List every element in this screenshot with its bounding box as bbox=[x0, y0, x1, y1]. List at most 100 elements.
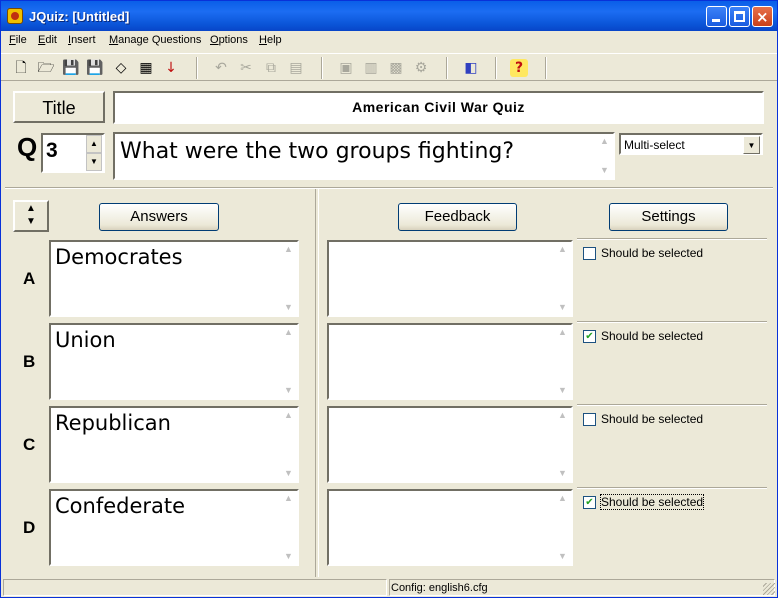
scroll-up-icon[interactable]: ▲ bbox=[556, 409, 569, 422]
scroll-down-icon[interactable]: ▼ bbox=[556, 550, 569, 563]
should-be-selected-label[interactable]: Should be selected bbox=[601, 329, 703, 343]
scroll-up-icon[interactable]: ▲ bbox=[282, 326, 295, 339]
maximize-button[interactable] bbox=[729, 6, 750, 27]
grid-icon[interactable]: ▩ bbox=[386, 58, 406, 78]
copy-icon[interactable]: ⧉ bbox=[261, 58, 281, 78]
feedback-scrollbar[interactable]: ▲ ▼ bbox=[554, 242, 571, 315]
scroll-down-icon[interactable]: ▼ bbox=[282, 301, 295, 314]
question-number[interactable]: 3 bbox=[46, 139, 58, 163]
minimize-button[interactable] bbox=[706, 6, 727, 27]
answer-scrollbar[interactable]: ▲ ▼ bbox=[280, 242, 297, 315]
spin-down-icon[interactable]: ▼ bbox=[86, 153, 102, 171]
menu-bar: File Edit Insert Manage Questions Option… bbox=[1, 31, 777, 51]
chevron-down-icon[interactable]: ▼ bbox=[743, 136, 760, 154]
config-icon[interactable]: ◧ bbox=[461, 58, 481, 78]
scroll-down-icon[interactable]: ▼ bbox=[556, 301, 569, 314]
answer-field-c[interactable]: Republican ▲ ▼ bbox=[49, 406, 299, 483]
scroll-down-icon[interactable]: ▼ bbox=[556, 384, 569, 397]
open-folder-icon[interactable]: 🗁 bbox=[36, 58, 56, 78]
answer-field-d[interactable]: Confederate ▲ ▼ bbox=[49, 489, 299, 566]
scroll-down-icon[interactable]: ▼ bbox=[598, 164, 611, 177]
settings-cell-b: ✔ Should be selected bbox=[577, 322, 767, 402]
answers-header-button[interactable]: Answers bbox=[99, 203, 219, 231]
should-be-selected-checkbox-d[interactable]: ✔ bbox=[583, 496, 596, 509]
settings-cell-d: ✔ Should be selected bbox=[577, 488, 767, 568]
save-icon[interactable]: 💾 bbox=[61, 58, 81, 78]
should-be-selected-checkbox-b[interactable]: ✔ bbox=[583, 330, 596, 343]
answer-text-a[interactable]: Democrates bbox=[55, 245, 183, 269]
scroll-up-icon[interactable]: ▲ bbox=[282, 492, 295, 505]
settings-header-button[interactable]: Settings bbox=[609, 203, 728, 231]
toolbar-separator bbox=[196, 57, 198, 79]
question-scrollbar[interactable]: ▲ ▼ bbox=[596, 134, 613, 178]
title-bar[interactable]: JQuiz: [Untitled] × bbox=[1, 1, 777, 31]
feedback-field-a[interactable]: ▲ ▼ bbox=[327, 240, 573, 317]
stack-icon[interactable]: ▥ bbox=[361, 58, 381, 78]
answer-scrollbar[interactable]: ▲ ▼ bbox=[280, 491, 297, 564]
cut-icon[interactable]: ✂ bbox=[236, 58, 256, 78]
scroll-up-icon[interactable]: ▲ bbox=[282, 409, 295, 422]
answer-field-a[interactable]: Democrates ▲ ▼ bbox=[49, 240, 299, 317]
question-text-field[interactable]: What were the two groups fighting? ▲ ▼ bbox=[113, 132, 615, 180]
feedback-scrollbar[interactable]: ▲ ▼ bbox=[554, 408, 571, 481]
reorder-answers-button[interactable]: ▲ ▼ bbox=[13, 200, 49, 232]
feedback-scrollbar[interactable]: ▲ ▼ bbox=[554, 325, 571, 398]
scroll-up-icon[interactable]: ▲ bbox=[556, 243, 569, 256]
scroll-down-icon[interactable]: ▼ bbox=[556, 467, 569, 480]
spin-up-icon[interactable]: ▲ bbox=[86, 135, 102, 153]
answer-letter-d: D bbox=[23, 518, 36, 537]
menu-help[interactable]: Help bbox=[259, 34, 282, 46]
quiz-title-field[interactable]: American Civil War Quiz bbox=[113, 91, 764, 124]
jquiz-app-icon[interactable] bbox=[7, 8, 23, 24]
feedback-field-d[interactable]: ▲ ▼ bbox=[327, 489, 573, 566]
should-be-selected-checkbox-a[interactable] bbox=[583, 247, 596, 260]
question-number-stepper[interactable]: 3 ▲ ▼ bbox=[41, 133, 105, 173]
help-icon[interactable]: ? bbox=[510, 59, 528, 77]
feedback-field-c[interactable]: ▲ ▼ bbox=[327, 406, 573, 483]
should-be-selected-label[interactable]: Should be selected bbox=[601, 246, 703, 260]
new-file-icon[interactable]: 🗋 bbox=[11, 58, 31, 78]
title-button[interactable]: Title bbox=[13, 91, 105, 123]
scroll-up-icon[interactable]: ▲ bbox=[556, 492, 569, 505]
scroll-up-icon[interactable]: ▲ bbox=[282, 243, 295, 256]
scroll-down-icon[interactable]: ▼ bbox=[282, 384, 295, 397]
close-button[interactable]: × bbox=[752, 6, 773, 27]
resize-grip-icon[interactable] bbox=[763, 583, 775, 595]
scroll-down-icon[interactable]: ▼ bbox=[282, 467, 295, 480]
menu-insert[interactable]: Insert bbox=[68, 34, 96, 46]
should-be-selected-label[interactable]: Should be selected bbox=[599, 494, 705, 510]
status-bar: Config: english6.cfg bbox=[1, 578, 777, 597]
menu-options[interactable]: Options bbox=[210, 34, 248, 46]
feedback-scrollbar[interactable]: ▲ ▼ bbox=[554, 491, 571, 564]
vertical-divider[interactable] bbox=[315, 189, 319, 577]
answer-scrollbar[interactable]: ▲ ▼ bbox=[280, 408, 297, 481]
should-be-selected-checkbox-c[interactable] bbox=[583, 413, 596, 426]
feedback-header-button[interactable]: Feedback bbox=[398, 203, 517, 231]
menu-file[interactable]: File bbox=[9, 34, 27, 46]
window-title: JQuiz: [Untitled] bbox=[29, 9, 130, 24]
undo-icon[interactable]: ↶ bbox=[211, 58, 231, 78]
answer-text-c[interactable]: Republican bbox=[55, 411, 171, 435]
scroll-down-icon[interactable]: ▼ bbox=[282, 550, 295, 563]
should-be-selected-label[interactable]: Should be selected bbox=[601, 412, 703, 426]
menu-edit[interactable]: Edit bbox=[38, 34, 57, 46]
export-arrow-icon[interactable]: ↓ bbox=[161, 58, 181, 78]
menu-manage-questions[interactable]: Manage Questions bbox=[109, 34, 201, 46]
answer-text-d[interactable]: Confederate bbox=[55, 494, 185, 518]
paste-icon[interactable]: ▤ bbox=[286, 58, 306, 78]
question-type-select[interactable]: Multi-select ▼ bbox=[619, 133, 763, 155]
answer-text-b[interactable]: Union bbox=[55, 328, 116, 352]
question-text[interactable]: What were the two groups fighting? bbox=[120, 139, 514, 164]
answer-scrollbar[interactable]: ▲ ▼ bbox=[280, 325, 297, 398]
feedback-field-b[interactable]: ▲ ▼ bbox=[327, 323, 573, 400]
close-icon: × bbox=[756, 8, 769, 26]
eraser-icon[interactable]: ◇ bbox=[111, 58, 131, 78]
scroll-up-icon[interactable]: ▲ bbox=[598, 135, 611, 148]
web-page-icon[interactable]: ▦ bbox=[136, 58, 156, 78]
move-up-icon: ▲ bbox=[26, 203, 36, 214]
save-as-icon[interactable]: 💾 bbox=[85, 58, 105, 78]
scroll-up-icon[interactable]: ▲ bbox=[556, 326, 569, 339]
answer-field-b[interactable]: Union ▲ ▼ bbox=[49, 323, 299, 400]
add-question-icon[interactable]: ▣ bbox=[336, 58, 356, 78]
settings-icon[interactable]: ⚙ bbox=[411, 58, 431, 78]
